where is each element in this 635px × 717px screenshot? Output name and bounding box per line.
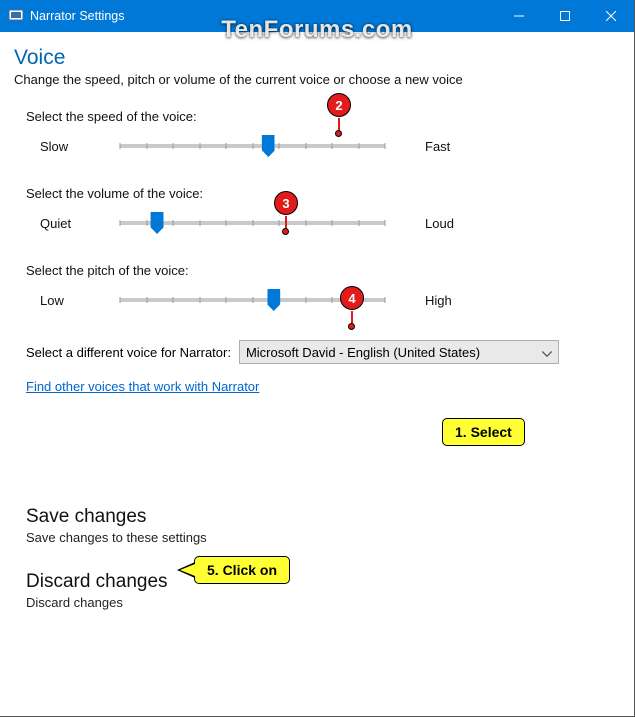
annotation-badge-4: 4 (340, 286, 364, 310)
discard-subtitle: Discard changes (26, 595, 620, 610)
section-title-voice: Voice (14, 46, 620, 70)
minimize-icon (514, 11, 524, 21)
save-changes-button[interactable]: Save changes Save changes to these setti… (26, 506, 620, 545)
title-bar: Narrator Settings (0, 0, 634, 32)
pitch-min-label: Low (40, 293, 120, 308)
annotation-dot-4 (348, 323, 355, 330)
maximize-button[interactable] (542, 0, 588, 32)
maximize-icon (560, 11, 570, 21)
app-icon (8, 8, 24, 24)
volume-block: Select the volume of the voice: Quiet Lo… (14, 186, 620, 235)
speed-min-label: Slow (40, 139, 120, 154)
volume-max-label: Loud (385, 216, 620, 231)
window-title: Narrator Settings (30, 9, 124, 23)
section-subtitle-voice: Change the speed, pitch or volume of the… (14, 72, 620, 87)
discard-title: Discard changes (26, 571, 620, 593)
find-voices-link[interactable]: Find other voices that work with Narrato… (14, 379, 259, 394)
annotation-badge-2: 2 (327, 93, 351, 117)
discard-changes-button[interactable]: Discard changes Discard changes (26, 571, 620, 610)
annotation-dot-3 (282, 228, 289, 235)
close-button[interactable] (588, 0, 634, 32)
speed-block: Select the speed of the voice: Slow Fast (14, 109, 620, 158)
chevron-down-icon (542, 345, 552, 360)
speed-max-label: Fast (385, 139, 620, 154)
pitch-block: Select the pitch of the voice: Low High (14, 263, 620, 312)
select-voice-label: Select a different voice for Narrator: (26, 345, 231, 360)
volume-slider[interactable] (120, 211, 385, 235)
annotation-callout-5: 5. Click on (194, 556, 290, 584)
volume-label: Select the volume of the voice: (26, 186, 620, 201)
annotation-badge-3: 3 (274, 191, 298, 215)
pitch-label: Select the pitch of the voice: (26, 263, 620, 278)
pitch-max-label: High (385, 293, 620, 308)
speed-label: Select the speed of the voice: (26, 109, 620, 124)
annotation-dot-2 (335, 130, 342, 137)
minimize-button[interactable] (496, 0, 542, 32)
save-subtitle: Save changes to these settings (26, 530, 620, 545)
volume-thumb[interactable] (151, 212, 164, 234)
volume-min-label: Quiet (40, 216, 120, 231)
voice-dropdown-value: Microsoft David - English (United States… (246, 345, 480, 360)
pitch-thumb[interactable] (267, 289, 280, 311)
save-title: Save changes (26, 506, 620, 528)
speed-slider[interactable] (120, 134, 385, 158)
voice-dropdown[interactable]: Microsoft David - English (United States… (239, 340, 559, 364)
annotation-callout-1: 1. Select (442, 418, 525, 446)
close-icon (606, 11, 616, 21)
speed-thumb[interactable] (262, 135, 275, 157)
